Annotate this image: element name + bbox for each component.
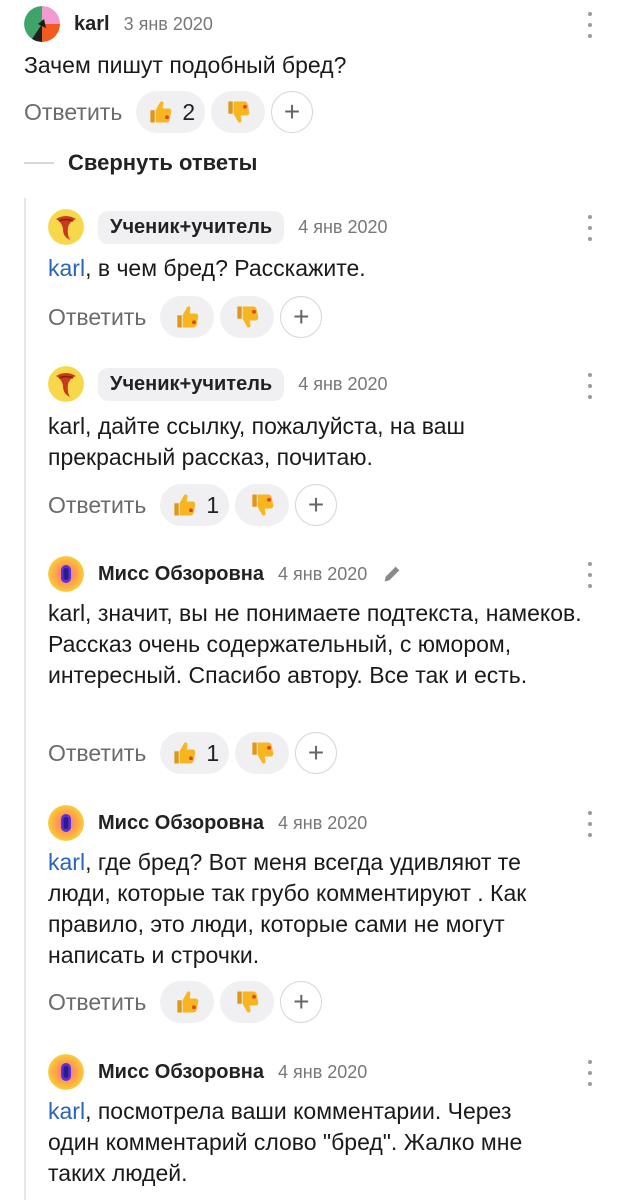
like-button[interactable] [160,296,215,338]
comment-actions: Ответить + [48,981,323,1023]
like-button[interactable]: 1 [160,732,230,774]
comment-body: , посмотрела ваши комментарии. Через оди… [48,1098,523,1186]
comment-body: , где бред? Вот меня всегда удивляют те … [48,849,527,968]
comment-header: Мисс Обзоровна 4 янв 2020 [48,556,403,592]
mention-link[interactable]: karl [48,849,85,875]
avatar[interactable] [48,366,84,402]
avatar[interactable] [48,556,84,592]
thumbs-up-icon [170,739,198,767]
author-name[interactable]: Ученик+учитель [98,367,285,401]
like-count: 1 [206,491,220,518]
reply-button[interactable]: Ответить [24,99,122,126]
more-options-icon[interactable] [580,1060,600,1086]
dislike-button[interactable] [235,484,290,526]
more-options-icon[interactable] [580,215,600,241]
thumbs-up-icon [173,303,201,331]
add-reaction-button[interactable]: + [271,91,314,133]
author-name[interactable]: karl [74,13,110,36]
thumbs-up-icon [170,491,198,519]
comment-text: Зачем пишут подобный бред? [24,52,347,78]
more-options-icon[interactable] [580,12,600,38]
collapse-replies-button[interactable]: Свернуть ответы [24,150,257,176]
comment-text: karl, где бред? Вот меня всегда удивляют… [48,847,588,971]
comment-date: 4 янв 2020 [298,373,388,394]
comment-header: karl 3 янв 2020 [24,6,213,42]
avatar[interactable] [48,209,84,245]
thumbs-down-icon [233,303,261,331]
like-button[interactable] [160,981,215,1023]
avatar[interactable] [24,6,60,42]
edited-pencil-icon [384,566,400,582]
author-name[interactable]: Мисс Обзоровна [98,1061,264,1084]
more-options-icon[interactable] [580,562,600,588]
collapse-dash [24,162,54,164]
comment-actions: Ответить + [48,296,323,338]
like-count: 2 [182,98,196,125]
more-options-icon[interactable] [580,373,600,399]
add-reaction-button[interactable]: + [280,296,323,338]
add-reaction-button[interactable]: + [280,981,323,1023]
dislike-button[interactable] [220,296,275,338]
author-name[interactable]: Ученик+учитель [98,210,285,244]
comment-actions: Ответить 1 + [48,484,338,526]
thread-line [24,198,26,1200]
thumbs-up-icon [173,988,201,1016]
comment-date: 3 янв 2020 [123,13,213,34]
thumbs-up-icon [146,98,174,126]
comment-date: 4 янв 2020 [278,812,368,833]
reply-button[interactable]: Ответить [48,492,146,519]
like-button[interactable]: 1 [160,484,230,526]
avatar[interactable] [48,805,84,841]
comment-header: Ученик+учитель 4 янв 2020 [48,209,388,245]
comment-text: karl, значит, вы не понимаете подтекста,… [48,600,582,688]
add-reaction-button[interactable]: + [295,732,338,774]
collapse-label: Свернуть ответы [68,150,258,175]
more-options-icon[interactable] [580,811,600,837]
like-button[interactable]: 2 [136,91,206,133]
reply-button[interactable]: Ответить [48,304,146,331]
comment-date: 4 янв 2020 [278,1061,368,1082]
comment-actions: Ответить 2 + [24,91,314,133]
mention-link[interactable]: karl [48,255,85,281]
comment-date: 4 янв 2020 [278,563,368,584]
thumbs-down-icon [248,491,276,519]
comment-date: 4 янв 2020 [298,216,388,237]
like-count: 1 [206,739,220,766]
add-reaction-button[interactable]: + [295,484,338,526]
reply-button[interactable]: Ответить [48,989,146,1016]
thumbs-down-icon [233,988,261,1016]
comment-header: Мисс Обзоровна 4 янв 2020 [48,1054,367,1090]
dislike-button[interactable] [211,91,266,133]
comment-header: Ученик+учитель 4 янв 2020 [48,366,388,402]
dislike-button[interactable] [220,981,275,1023]
dislike-button[interactable] [235,732,290,774]
comment-text: karl, дайте ссылку, пожалуйста, на ваш п… [48,413,465,470]
comment-header: Мисс Обзоровна 4 янв 2020 [48,805,367,841]
comment-text: karl, посмотрела ваши комментарии. Через… [48,1096,568,1189]
reply-button[interactable]: Ответить [48,740,146,767]
comment-actions: Ответить 1 + [48,732,338,774]
comment-text: karl, в чем бред? Расскажите. [48,253,603,284]
author-name[interactable]: Мисс Обзоровна [98,812,264,835]
mention-link[interactable]: karl [48,1098,85,1124]
thumbs-down-icon [248,739,276,767]
comment-body: , в чем бред? Расскажите. [85,255,366,281]
author-name[interactable]: Мисс Обзоровна [98,563,264,586]
thumbs-down-icon [224,98,252,126]
avatar[interactable] [48,1054,84,1090]
